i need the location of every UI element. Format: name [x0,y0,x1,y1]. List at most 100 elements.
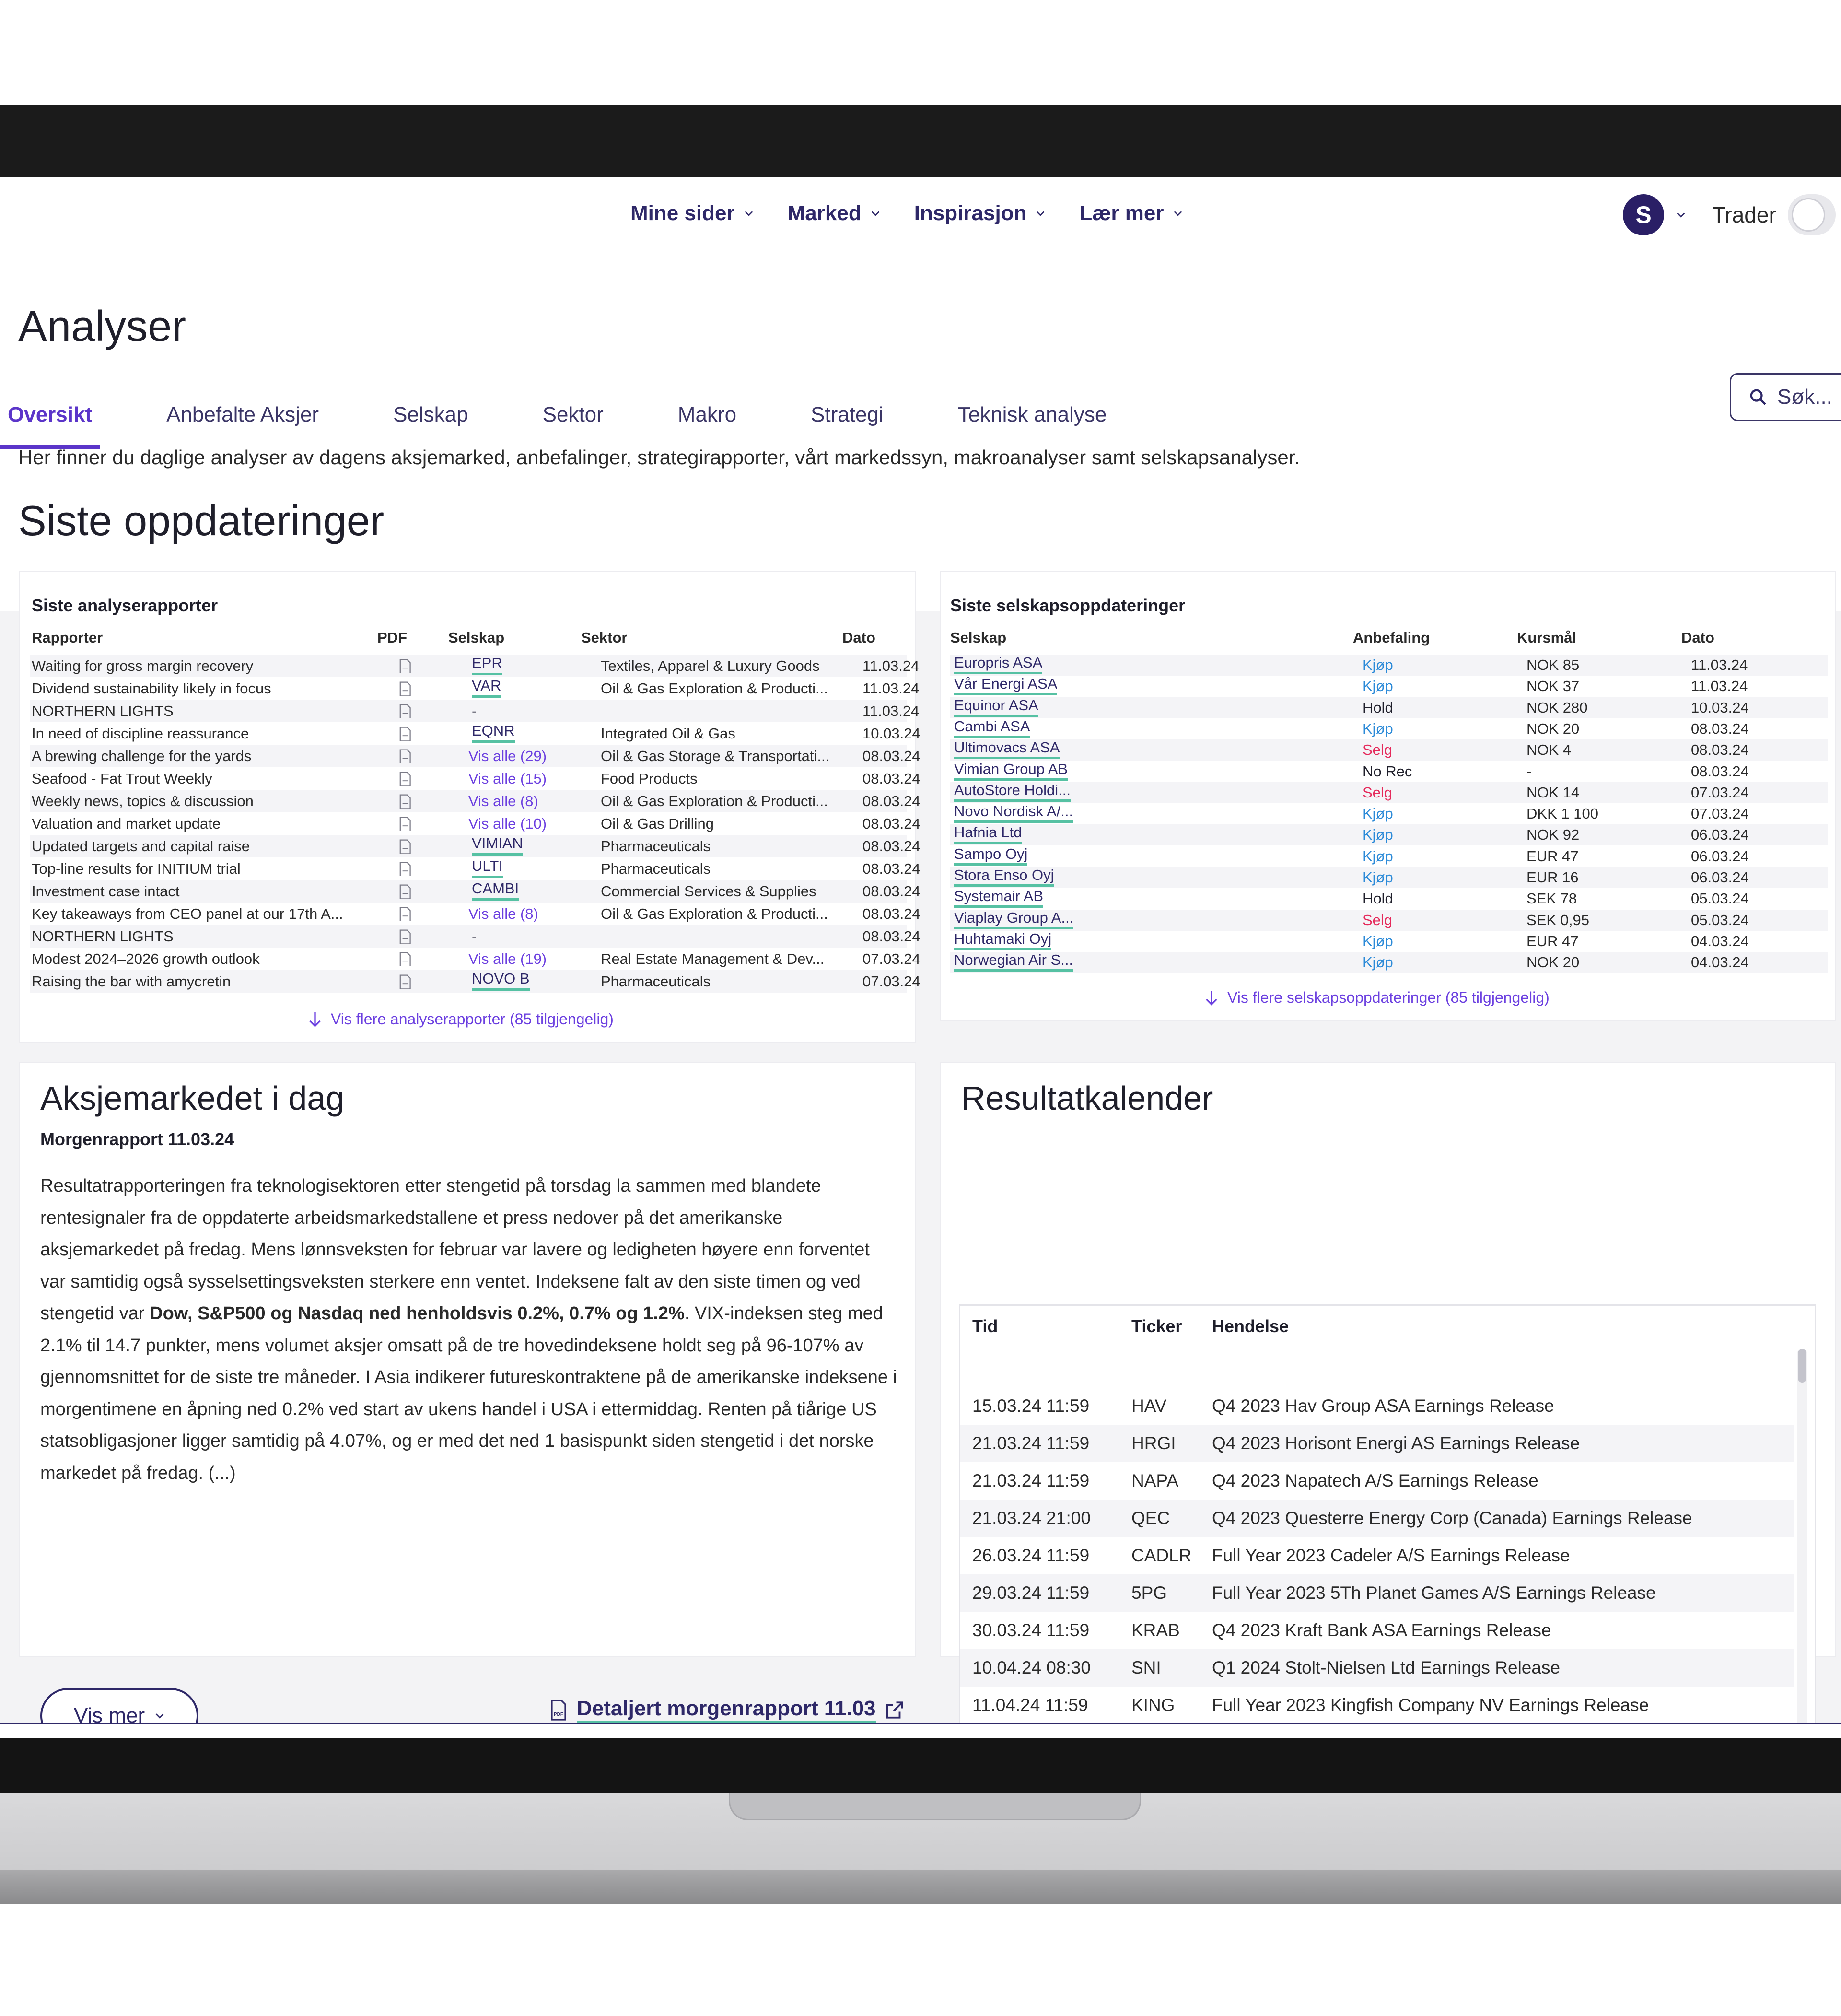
calendar-row[interactable]: 21.03.24 11:59 NAPA Q4 2023 Napatech A/S E… [960,1462,1794,1500]
pdf-icon[interactable] [398,793,413,809]
report-row[interactable]: Seafood - Fat Trout Weekly Vis alle (15) F… [30,767,920,790]
report-title[interactable]: Investment case intact [32,880,362,903]
company-name-link[interactable]: Vimian Group AB [954,761,1068,781]
report-row[interactable]: A brewing challenge for the yards Vis all… [30,745,920,767]
company-name-link[interactable]: Ultimovacs ASA [954,739,1060,760]
pdf-icon[interactable] [398,883,413,899]
company-row[interactable]: AutoStore Holdi... Selg NOK 14 07.03.24 [950,782,1828,803]
company-ticker[interactable]: VIMIAN [472,835,523,856]
show-all-link[interactable]: Vis alle (10) [468,812,547,835]
user-avatar[interactable]: S [1623,194,1664,235]
calendar-row[interactable]: 29.03.24 11:59 5PG Full Year 2023 5Th Plan… [960,1574,1794,1612]
more-companies-link[interactable]: Vis flere selskapsoppdateringer (85 tilg… [1204,989,1550,1007]
pdf-icon[interactable] [398,680,413,696]
company-name-link[interactable]: Europris ASA [954,655,1043,674]
calendar-row[interactable]: 11.04.24 11:59 KING Full Year 2023 Kingfis… [960,1687,1794,1724]
calendar-scrollbar[interactable] [1797,1349,1807,1724]
detailed-report-link[interactable]: PDF Detaljert morgenrapport 11.03 [549,1697,905,1723]
calendar-row[interactable]: 26.03.24 11:59 CADLR Full Year 2023 Cadele… [960,1537,1794,1574]
company-row[interactable]: Equinor ASA Hold NOK 280 10.03.24 [950,697,1828,718]
tab-3[interactable]: Sektor [543,393,604,441]
pdf-icon[interactable] [398,703,413,718]
show-all-link[interactable]: Vis alle (8) [468,790,538,812]
calendar-row[interactable]: 21.03.24 11:59 HRGI Q4 2023 Horisont Energ… [960,1425,1794,1462]
tab-0[interactable]: Oversikt [0,393,100,449]
tab-2[interactable]: Selskap [393,393,468,441]
calendar-row[interactable]: 15.03.24 11:59 HAV Q4 2023 Hav Group ASA E… [960,1387,1794,1425]
report-row[interactable]: Weekly news, topics & discussion Vis alle… [30,790,920,812]
company-name-link[interactable]: Systemair AB [954,888,1044,908]
tab-5[interactable]: Strategi [811,393,884,441]
calendar-row[interactable]: 21.03.24 21:00 QEC Q4 2023 Questerre Energ… [960,1500,1794,1537]
nav-item-3[interactable]: Lær mer [1079,201,1183,225]
nav-item-2[interactable]: Inspirasjon [914,201,1046,225]
company-row[interactable]: Hafnia Ltd Kjøp NOK 92 06.03.24 [950,824,1828,846]
company-name-link[interactable]: Huhtamaki Oyj [954,931,1052,950]
report-row[interactable]: Updated targets and capital raise VIMIAN P… [30,835,920,857]
tab-4[interactable]: Makro [678,393,736,441]
report-row[interactable]: Investment case intact CAMBI Commercial Se… [30,880,920,903]
company-row[interactable]: Stora Enso Oyj Kjøp EUR 16 06.03.24 [950,867,1828,888]
pdf-icon[interactable] [398,816,413,831]
pdf-icon[interactable] [398,748,413,763]
company-ticker[interactable]: VAR [472,677,501,698]
company-name-link[interactable]: Sampo Oyj [954,846,1028,866]
report-row[interactable]: NORTHERN LIGHTS - 08.03.24 [30,925,920,948]
report-title[interactable]: Top-line results for INITIUM trial [32,857,362,880]
report-title[interactable]: In need of discipline reassurance [32,722,362,745]
pdf-icon[interactable] [398,973,413,989]
report-row[interactable]: In need of discipline reassurance EQNR Int… [30,722,920,745]
company-name-link[interactable]: AutoStore Holdi... [954,782,1071,802]
company-row[interactable]: Cambi ASA Kjøp NOK 20 08.03.24 [950,718,1828,739]
calendar-row[interactable]: 30.03.24 11:59 KRAB Q4 2023 Kraft Bank ASA… [960,1612,1794,1649]
company-name-link[interactable]: Novo Nordisk A/... [954,803,1073,823]
scrollbar-thumb[interactable] [1798,1349,1806,1383]
tab-1[interactable]: Anbefalte Aksjer [166,393,319,441]
report-row[interactable]: Dividend sustainability likely in focus V… [30,677,919,700]
company-ticker[interactable]: CAMBI [472,880,519,901]
company-ticker[interactable]: EQNR [472,722,515,743]
company-row[interactable]: Novo Nordisk A/... Kjøp DKK 1 100 07.03.24 [950,803,1828,824]
report-row[interactable]: Waiting for gross margin recovery EPR Text… [30,655,919,677]
company-ticker[interactable]: EPR [472,655,502,675]
nav-item-1[interactable]: Marked [788,201,881,225]
report-row[interactable]: Key takeaways from CEO panel at our 17th… [30,903,920,925]
report-row[interactable]: Valuation and market update Vis alle (10)… [30,812,920,835]
company-name-link[interactable]: Viaplay Group A... [954,910,1074,929]
company-name-link[interactable]: Equinor ASA [954,697,1038,717]
pdf-icon[interactable] [398,838,413,854]
show-all-link[interactable]: Vis alle (29) [468,745,547,767]
report-row[interactable]: Raising the bar with amycretin NOVO B Phar… [30,970,920,993]
report-title[interactable]: Key takeaways from CEO panel at our 17th… [32,903,362,925]
company-name-link[interactable]: Stora Enso Oyj [954,867,1054,887]
tab-6[interactable]: Teknisk analyse [958,393,1107,441]
company-row[interactable]: Norwegian Air S... Kjøp NOK 20 04.03.24 [950,952,1828,973]
report-title[interactable]: Valuation and market update [32,812,362,835]
nav-item-0[interactable]: Mine sider [630,201,754,225]
report-title[interactable]: Raising the bar with amycretin [32,970,362,993]
company-row[interactable]: Vår Energi ASA Kjøp NOK 37 11.03.24 [950,676,1828,697]
company-row[interactable]: Europris ASA Kjøp NOK 85 11.03.24 [950,655,1828,676]
show-all-link[interactable]: Vis alle (15) [468,767,547,790]
company-name-link[interactable]: Hafnia Ltd [954,824,1022,844]
company-row[interactable]: Systemair AB Hold SEK 78 05.03.24 [950,888,1828,909]
company-row[interactable]: Huhtamaki Oyj Kjøp EUR 47 04.03.24 [950,931,1828,952]
report-title[interactable]: Updated targets and capital raise [32,835,362,857]
report-title[interactable]: NORTHERN LIGHTS [32,925,362,948]
company-ticker[interactable]: ULTI [472,857,503,878]
pdf-icon[interactable] [398,861,413,876]
company-ticker[interactable]: NOVO B [472,970,530,991]
report-title[interactable]: Weekly news, topics & discussion [32,790,362,812]
report-row[interactable]: Top-line results for INITIUM trial ULTI Ph… [30,857,920,880]
report-title[interactable]: Modest 2024–2026 growth outlook [32,948,362,970]
pdf-icon[interactable] [398,726,413,741]
company-row[interactable]: Ultimovacs ASA Selg NOK 4 08.03.24 [950,739,1828,761]
report-row[interactable]: Modest 2024–2026 growth outlook Vis alle … [30,948,920,970]
company-name-link[interactable]: Cambi ASA [954,718,1030,738]
company-row[interactable]: Viaplay Group A... Selg SEK 0,95 05.03.24 [950,909,1828,931]
report-title[interactable]: Seafood - Fat Trout Weekly [32,767,362,790]
report-title[interactable]: Waiting for gross margin recovery [32,655,362,677]
company-row[interactable]: Vimian Group AB No Rec - 08.03.24 [950,761,1828,782]
report-row[interactable]: NORTHERN LIGHTS - 11.03.24 [30,700,919,722]
report-title[interactable]: A brewing challenge for the yards [32,745,362,767]
